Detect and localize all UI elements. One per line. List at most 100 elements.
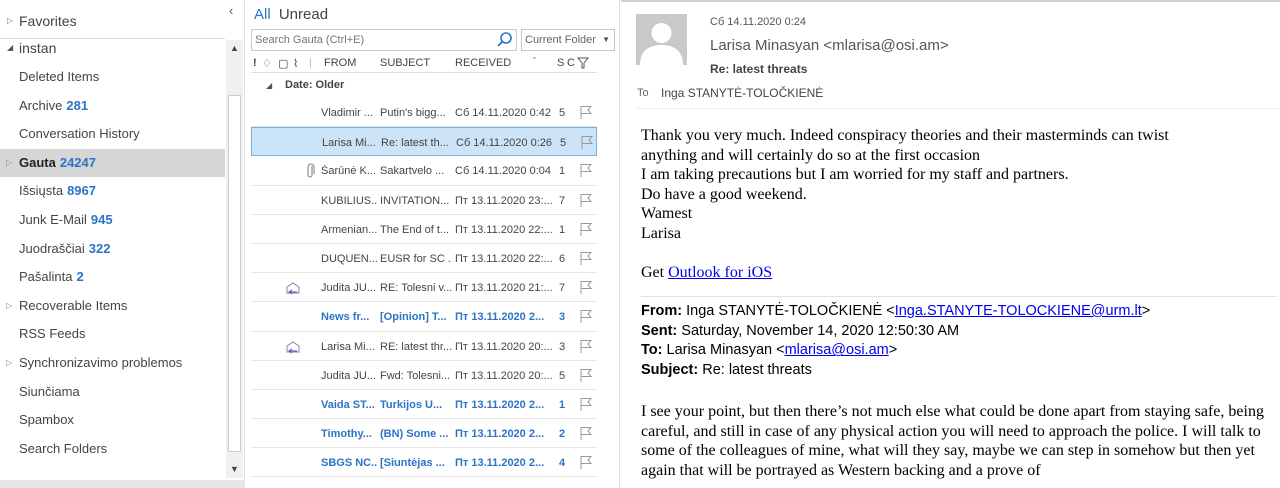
sort-arrow-icon[interactable]: ˇ — [533, 56, 536, 66]
message-recipient[interactable]: Inga STANYTĖ-TOLOČKIENĖ — [661, 86, 823, 100]
message-scrollbar[interactable] — [598, 54, 616, 488]
flag-icon[interactable] — [579, 455, 593, 470]
message-row[interactable]: Šarūnė K... Sakartvelo ... Сб 14.11.2020 0… — [251, 156, 597, 186]
expand-arrow-icon[interactable]: ▷ — [6, 349, 12, 378]
message-from: Larisa Mi... — [322, 137, 376, 150]
message-row[interactable]: Judita JU... Fwd: Tolesni... Пт 13.11.2020… — [251, 361, 597, 390]
search-input[interactable] — [255, 32, 491, 48]
chevron-down-icon: ▼ — [602, 35, 610, 44]
from-column-header[interactable]: FROM — [324, 57, 356, 69]
quoted-from-line: From: Inga STANYTĖ-TOLOČKIENĖ <Inga.STAN… — [641, 302, 1277, 322]
outlook-ios-link[interactable]: Outlook for iOS — [668, 264, 772, 281]
replied-icon — [286, 282, 300, 295]
body-line: Wamest — [641, 205, 693, 223]
folder-item[interactable]: ▷ Recoverable Items — [0, 292, 225, 321]
folder-list: Deleted Items Archive 281 Conversation Hist… — [0, 63, 225, 463]
message-row[interactable]: Vaida ST... Turkijos U... Пт 13.11.2020 2.… — [251, 390, 597, 420]
flag-icon[interactable] — [579, 251, 593, 265]
flag-icon[interactable] — [579, 280, 593, 295]
folder-item[interactable]: Deleted Items — [0, 63, 225, 92]
message-subject: Re: latest threats — [710, 62, 808, 76]
message-list-pane: All Unread Current Folder ▼ ! ♢ ▢ ⌇ | FR… — [246, 0, 620, 488]
scroll-down-icon[interactable]: ▼ — [226, 461, 243, 478]
folder-label: Recoverable Items — [19, 297, 128, 313]
message-row[interactable]: DUQUEN... EUSR for SC ... Пт 13.11.2020 22… — [251, 244, 597, 274]
folder-item[interactable]: Juodraščiai 322 — [0, 235, 225, 264]
flag-icon[interactable] — [579, 397, 593, 411]
message-received: Пт 13.11.2020 23:... — [455, 194, 553, 207]
filter-all-tab[interactable]: All — [254, 6, 271, 23]
size-column-header[interactable]: S — [557, 57, 564, 69]
account-header[interactable]: ◢ instan — [0, 39, 225, 59]
message-row[interactable]: Vladimir ... Putin's bigg... Сб 14.11.2020… — [251, 98, 597, 128]
folder-label: Conversation History — [19, 126, 140, 142]
sent-label: Sent: — [641, 322, 678, 339]
flag-icon[interactable] — [579, 105, 593, 119]
folder-item[interactable]: Conversation History — [0, 120, 225, 149]
to-label: To: — [641, 342, 663, 359]
flag-icon[interactable] — [579, 339, 593, 353]
folder-item[interactable]: Search Folders — [0, 435, 225, 464]
folder-item[interactable]: Spambox — [0, 406, 225, 435]
expand-arrow-icon[interactable]: ▷ — [6, 292, 12, 321]
message-row[interactable]: Armenian... The End of t... Пт 13.11.2020 … — [251, 215, 597, 244]
unread-count: 8967 — [67, 183, 96, 199]
collapse-pane-icon[interactable]: ‹ — [229, 3, 233, 18]
quoted-subject-line: Subject: Re: latest threats — [641, 361, 1277, 381]
folder-item[interactable]: Pašalinta 2 — [0, 263, 225, 292]
folder-scrollbar[interactable]: ▲ ▼ — [226, 40, 243, 478]
folder-item[interactable]: Junk E-Mail 945 — [0, 206, 225, 235]
message-from: Šarūnė K... — [321, 165, 377, 178]
icon-column-icon[interactable]: ▢ — [278, 57, 288, 70]
received-column-header[interactable]: RECEIVED — [455, 57, 511, 69]
flag-icon[interactable] — [579, 163, 593, 178]
importance-column-icon[interactable]: ! — [253, 57, 257, 69]
folder-item[interactable]: Archive 281 — [0, 92, 225, 121]
flag-icon[interactable] — [579, 222, 593, 236]
filter-unread-tab[interactable]: Unread — [279, 6, 328, 23]
group-label: Date: Older — [285, 79, 345, 91]
flag-icon[interactable] — [579, 368, 593, 382]
message-row[interactable]: News fr... [Opinion] T... Пт 13.11.2020 2.… — [251, 302, 597, 332]
folder-item[interactable]: ▷ Gauta 24247 — [0, 148, 225, 178]
subject-column-header[interactable]: SUBJECT — [380, 57, 430, 69]
folder-label: Junk E-Mail — [19, 211, 87, 227]
body-line: Larisa — [641, 224, 681, 242]
message-row[interactable]: Larisa Mi... RE: latest thr... Пт 13.11.20… — [251, 332, 597, 361]
folder-item[interactable]: RSS Feeds — [0, 320, 225, 349]
message-row[interactable]: SBGS NC... [Siuntėjas ... Пт 13.11.2020 2.… — [251, 448, 597, 478]
flag-icon[interactable] — [579, 426, 593, 441]
flag-icon[interactable] — [580, 135, 594, 150]
message-row[interactable]: Judita JU... RE: Tolesni v... Пт 13.11.202… — [251, 273, 597, 303]
expand-arrow-icon[interactable]: ▷ — [7, 16, 13, 25]
scroll-up-icon[interactable]: ▲ — [226, 40, 243, 57]
scrollbar-thumb[interactable] — [228, 95, 241, 452]
attachment-column-icon[interactable]: ⌇ — [293, 57, 298, 70]
avatar[interactable] — [636, 14, 687, 65]
flag-filter-icon[interactable] — [576, 57, 590, 69]
expand-arrow-icon[interactable]: ▷ — [6, 149, 12, 178]
group-header[interactable]: ◢ Date: Older — [251, 73, 597, 98]
folder-item[interactable]: Išsiųsta 8967 — [0, 177, 225, 206]
folder-item[interactable]: ▷ Synchronizavimo problemos — [0, 349, 225, 378]
message-date: Сб 14.11.2020 0:24 — [710, 16, 807, 28]
flag-icon[interactable] — [579, 309, 593, 324]
message-sender[interactable]: Larisa Minasyan <mlarisa@osi.am> — [710, 37, 949, 54]
search-scope-dropdown[interactable]: Current Folder ▼ — [521, 29, 615, 51]
folder-item[interactable]: Siunčiama — [0, 378, 225, 407]
quoted-to-email-link[interactable]: mlarisa@osi.am — [785, 342, 889, 358]
collapse-arrow-icon[interactable]: ◢ — [266, 73, 272, 98]
flag-icon[interactable] — [579, 193, 593, 207]
category-column-header[interactable]: C — [567, 57, 575, 69]
message-from: Judita JU... — [321, 282, 377, 295]
divider — [636, 108, 1280, 109]
message-row[interactable]: KUBILIUS... INVITATION... Пт 13.11.2020 23… — [251, 186, 597, 215]
favorites-header[interactable]: ▷ Favorites — [0, 10, 245, 34]
folder-label: Juodraščiai — [19, 240, 85, 256]
reminder-column-icon[interactable]: ♢ — [262, 57, 272, 70]
search-icon[interactable] — [496, 31, 514, 49]
collapse-arrow-icon[interactable]: ◢ — [7, 43, 13, 52]
message-row[interactable]: Larisa Mi... Re: latest th... Сб 14.11.202… — [251, 127, 597, 157]
message-row[interactable]: Timothy... (BN) Some ... Пт 13.11.2020 2..… — [251, 419, 597, 449]
quoted-from-email-link[interactable]: Inga.STANYTE-TOLOCKIENE@urm.lt — [895, 303, 1142, 319]
